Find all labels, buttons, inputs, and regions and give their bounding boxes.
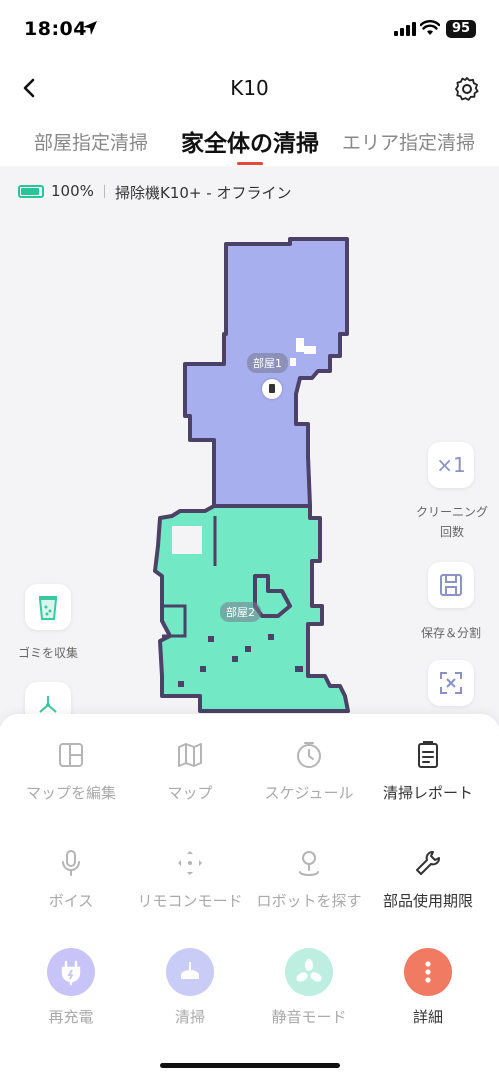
cleaning-times-label: クリーニング回数: [415, 505, 488, 539]
tab-zone-cleaning[interactable]: エリア指定清掃: [342, 128, 475, 155]
tab-room-cleaning[interactable]: 部屋指定清掃: [34, 128, 148, 155]
more-details-label: 詳細: [412, 1008, 443, 1026]
edit-map-button[interactable]: マップを編集: [9, 740, 133, 803]
fullscreen-x-icon: [440, 672, 462, 694]
clean-circle: [166, 948, 214, 996]
more-details-circle: [404, 948, 452, 996]
quiet-mode-circle: [285, 948, 333, 996]
empty-dust-label: ゴミを収集: [17, 646, 78, 660]
fit-view-button[interactable]: [428, 660, 474, 706]
battery-indicator: 95: [446, 20, 476, 38]
vacuum-icon: [181, 962, 199, 979]
clean-label: 清掃: [174, 1008, 205, 1026]
map-icon: [178, 743, 202, 767]
quiet-mode-label: 静音モード: [271, 1008, 347, 1026]
charge-plug-icon: [61, 960, 81, 985]
more-vertical-icon: [425, 961, 431, 983]
remote-control-label: リモコンモード: [137, 892, 243, 910]
robot-position-icon: [262, 379, 282, 399]
room-1-label: 部屋1: [247, 353, 288, 373]
schedule-button[interactable]: スケジュール: [247, 740, 371, 803]
recharge-circle: [47, 948, 95, 996]
recharge-button[interactable]: 再充電: [9, 948, 133, 1027]
recharge-label: 再充電: [48, 1008, 94, 1026]
voice-button[interactable]: ボイス: [9, 848, 133, 911]
room-2-label: 部屋2: [220, 602, 261, 622]
save-split-label: 保存＆分割: [420, 626, 481, 640]
empty-dust-button[interactable]: [25, 584, 71, 630]
remote-control-button[interactable]: リモコンモード: [128, 848, 252, 911]
control-panel: マップを編集 マップ スケジュール 清掃レポート ボイス リモコンモード ロボッ…: [0, 714, 499, 1080]
remote-control-icon: [178, 851, 202, 875]
location-arrow-icon: [83, 21, 97, 35]
wrench-icon: [416, 851, 440, 875]
status-bar: 18:04 95: [0, 0, 499, 60]
location-pin-icon: [299, 851, 319, 876]
floor-map: [153, 237, 350, 713]
clock-icon: [297, 742, 321, 768]
map-button[interactable]: マップ: [128, 740, 252, 803]
cleaning-report-button[interactable]: 清掃レポート: [366, 740, 490, 803]
cleaning-report-label: 清掃レポート: [382, 784, 473, 802]
cleaning-times-button[interactable]: ×1: [428, 442, 474, 488]
map-edit-icon: [59, 743, 83, 767]
save-split-button[interactable]: [428, 562, 474, 608]
parts-lifetime-label: 部品使用期限: [382, 892, 473, 910]
fan-icon: [296, 959, 322, 982]
cellular-signal-icon: [394, 22, 416, 36]
nav-bar: K10: [0, 62, 499, 114]
map-view[interactable]: 100% 掃除機K10+ - オフライン 部屋1 部屋2 ×1 クリーニング回数: [0, 166, 499, 726]
dustbin-icon: [38, 596, 58, 620]
status-time: 18:04: [24, 18, 87, 40]
find-robot-button[interactable]: ロボットを探す: [247, 848, 371, 911]
quiet-mode-button[interactable]: 静音モード: [247, 948, 371, 1027]
tab-whole-home-cleaning[interactable]: 家全体の清掃: [181, 124, 319, 158]
report-icon: [418, 741, 438, 768]
wifi-icon: [420, 20, 440, 35]
schedule-label: スケジュール: [264, 784, 354, 802]
microphone-icon: [62, 850, 80, 876]
voice-label: ボイス: [48, 892, 94, 910]
more-details-button[interactable]: 詳細: [366, 948, 490, 1027]
edit-map-label: マップを編集: [25, 784, 116, 802]
clean-button[interactable]: 清掃: [128, 948, 252, 1027]
home-indicator[interactable]: [160, 1063, 340, 1068]
parts-lifetime-button[interactable]: 部品使用期限: [366, 848, 490, 911]
map-label: マップ: [167, 784, 213, 802]
find-robot-label: ロボットを探す: [256, 892, 362, 910]
floppy-disk-icon: [440, 574, 462, 596]
active-tab-indicator: [237, 162, 263, 165]
gear-icon[interactable]: [454, 76, 480, 102]
cleaning-mode-tabs: 部屋指定清掃 家全体の清掃 エリア指定清掃: [0, 118, 499, 166]
cleaning-times-value: ×1: [436, 453, 466, 477]
page-title: K10: [230, 76, 269, 100]
